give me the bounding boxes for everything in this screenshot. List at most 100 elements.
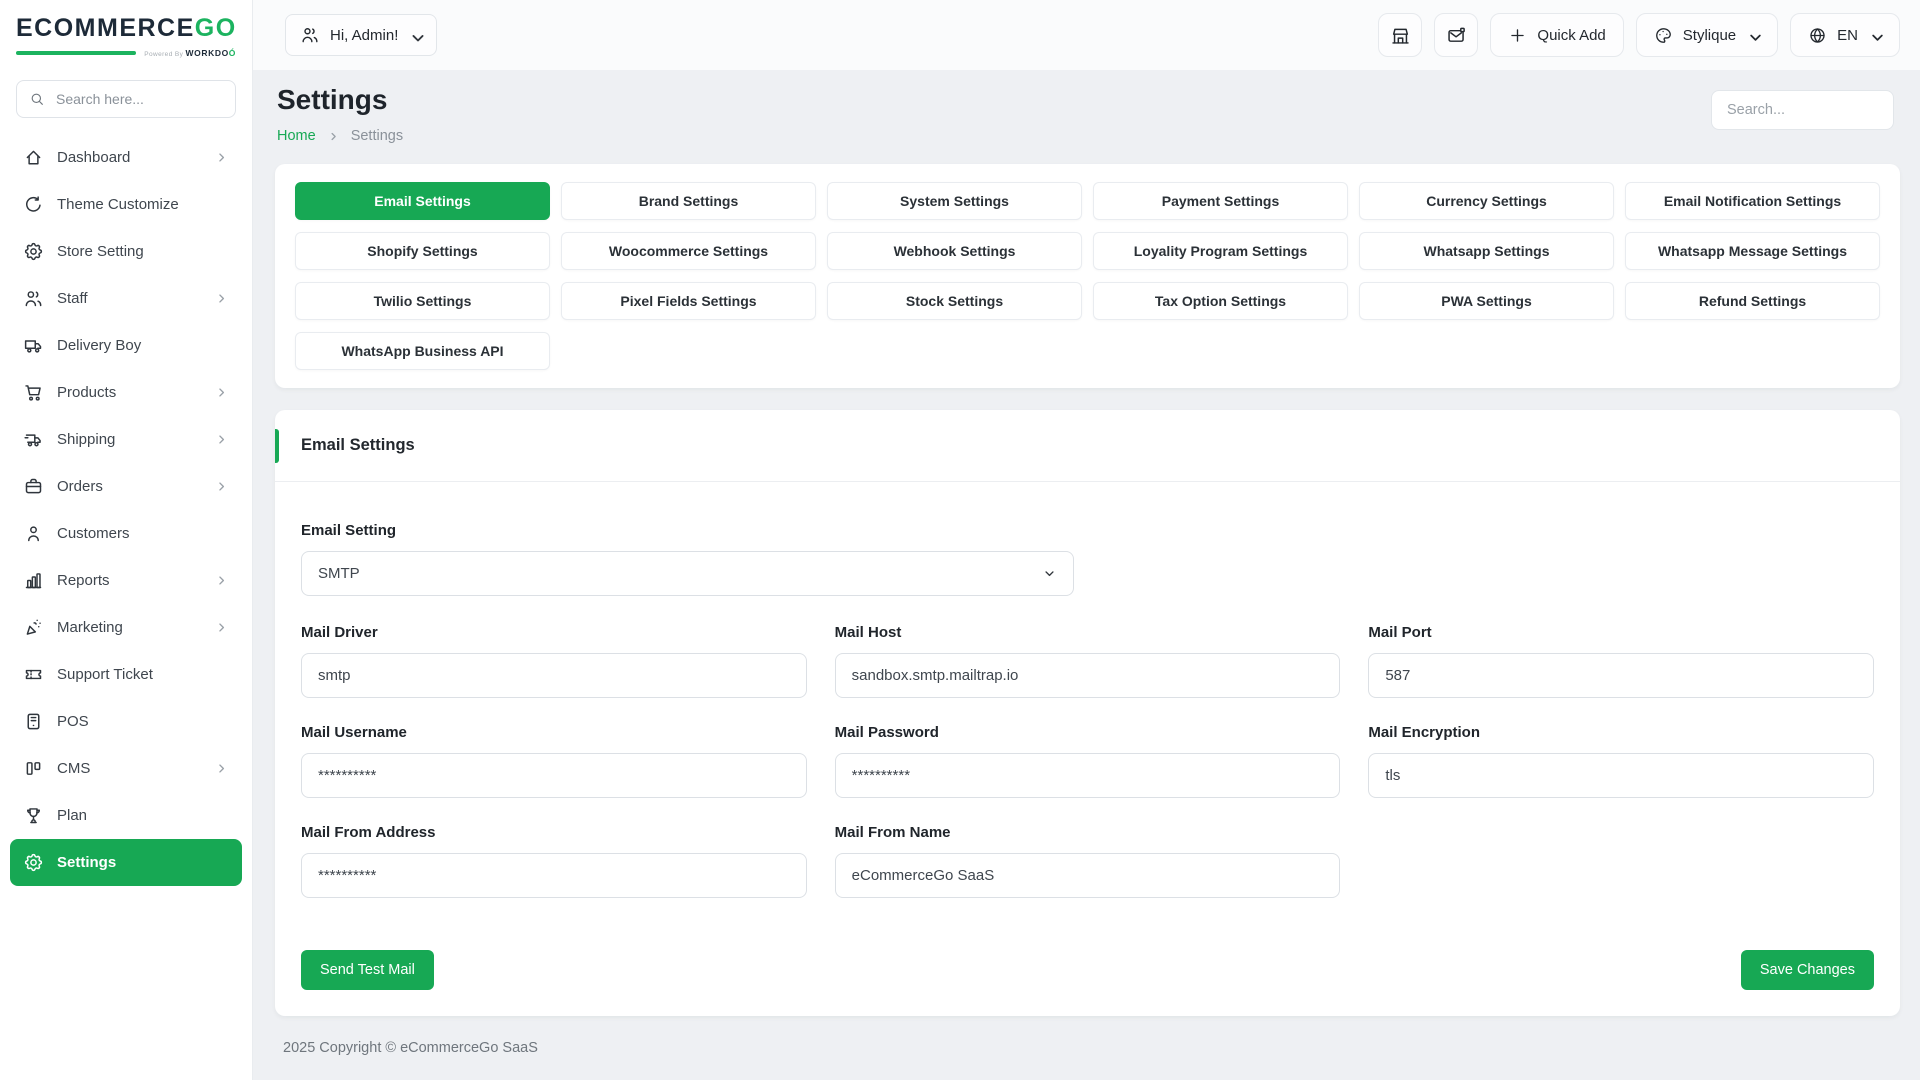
save-changes-button[interactable]: Save Changes [1741, 950, 1874, 990]
tab-whatsapp-message-settings[interactable]: Whatsapp Message Settings [1625, 232, 1880, 270]
user-greeting: Hi, Admin! [330, 27, 398, 44]
page-title: Settings [277, 84, 403, 116]
field-mail-from-address: Mail From Address [301, 824, 807, 898]
sidebar-item-cms[interactable]: CMS [10, 745, 242, 792]
briefcase-icon [23, 476, 44, 497]
field-mail-from-name: Mail From Name [835, 824, 1341, 898]
sidebar-item-pos[interactable]: POS [10, 698, 242, 745]
sidebar-item-label: Store Setting [57, 243, 144, 260]
brand-name-dark: ECOMMERCE [16, 14, 195, 42]
chevron-right-icon [214, 620, 229, 635]
content-search-input[interactable] [1711, 90, 1894, 130]
sidebar-search-input[interactable] [54, 90, 239, 108]
tab-email-settings[interactable]: Email Settings [295, 182, 550, 220]
content-search [1711, 84, 1894, 130]
sidebar-item-customers[interactable]: Customers [10, 510, 242, 557]
chevron-right-icon [214, 479, 229, 494]
breadcrumb-home-link[interactable]: Home [277, 128, 316, 144]
field-mail-password: Mail Password [835, 724, 1341, 798]
sidebar: ECOMMERCEGO Powered By WORKDOÓ Dashboard… [0, 0, 253, 1080]
powered-by-label: Powered By WORKDOÓ [144, 48, 236, 58]
sidebar-item-plan[interactable]: Plan [10, 792, 242, 839]
tab-loyality-program-settings[interactable]: Loyality Program Settings [1093, 232, 1348, 270]
storefront-button[interactable] [1378, 13, 1422, 57]
quick-add-label: Quick Add [1537, 27, 1605, 44]
sidebar-item-label: Delivery Boy [57, 337, 141, 354]
tab-webhook-settings[interactable]: Webhook Settings [827, 232, 1082, 270]
sidebar-item-theme-customize[interactable]: Theme Customize [10, 181, 242, 228]
sidebar-item-marketing[interactable]: Marketing [10, 604, 242, 651]
field-label: Mail Password [835, 724, 1341, 741]
field-label: Mail Encryption [1368, 724, 1874, 741]
sidebar-item-label: Shipping [57, 431, 115, 448]
shipping-truck-icon [23, 429, 44, 450]
mail-password-input[interactable] [835, 753, 1341, 798]
tab-email-notification-settings[interactable]: Email Notification Settings [1625, 182, 1880, 220]
mail-from-address-input[interactable] [301, 853, 807, 898]
sidebar-item-label: Reports [57, 572, 110, 589]
sidebar-item-shipping[interactable]: Shipping [10, 416, 242, 463]
tab-whatsapp-settings[interactable]: Whatsapp Settings [1359, 232, 1614, 270]
field-label: Mail Host [835, 624, 1341, 641]
sidebar-item-settings[interactable]: Settings [10, 839, 242, 886]
settings-tabs-grid: Email Settings Brand Settings System Setti… [295, 182, 1880, 370]
quick-add-button[interactable]: Quick Add [1490, 13, 1623, 57]
tab-payment-settings[interactable]: Payment Settings [1093, 182, 1348, 220]
tab-currency-settings[interactable]: Currency Settings [1359, 182, 1614, 220]
mail-driver-input[interactable] [301, 653, 807, 698]
field-label: Mail Username [301, 724, 807, 741]
user-menu-button[interactable]: Hi, Admin! [285, 14, 437, 56]
language-dropdown[interactable]: EN [1790, 13, 1900, 57]
theme-icon [23, 194, 44, 215]
sidebar-item-staff[interactable]: Staff [10, 275, 242, 322]
sidebar-item-products[interactable]: Products [10, 369, 242, 416]
user-icon [23, 523, 44, 544]
sidebar-item-reports[interactable]: Reports [10, 557, 242, 604]
tab-refund-settings[interactable]: Refund Settings [1625, 282, 1880, 320]
email-templates-button[interactable] [1434, 13, 1478, 57]
tab-woocommerce-settings[interactable]: Woocommerce Settings [561, 232, 816, 270]
megaphone-icon [23, 617, 44, 638]
tab-twilio-settings[interactable]: Twilio Settings [295, 282, 550, 320]
send-test-mail-button[interactable]: Send Test Mail [301, 950, 434, 990]
mail-from-name-input[interactable] [835, 853, 1341, 898]
tab-pixel-fields-settings[interactable]: Pixel Fields Settings [561, 282, 816, 320]
home-icon [23, 147, 44, 168]
mail-encryption-input[interactable] [1368, 753, 1874, 798]
plus-icon [1508, 26, 1527, 45]
sidebar-item-orders[interactable]: Orders [10, 463, 242, 510]
tab-tax-option-settings[interactable]: Tax Option Settings [1093, 282, 1348, 320]
store-icon [1390, 25, 1411, 46]
sidebar-item-support-ticket[interactable]: Support Ticket [10, 651, 242, 698]
field-label: Mail From Address [301, 824, 807, 841]
trophy-icon [23, 805, 44, 826]
chevron-down-icon [1868, 28, 1882, 42]
email-settings-header: Email Settings [275, 410, 1900, 482]
tab-stock-settings[interactable]: Stock Settings [827, 282, 1082, 320]
sidebar-item-store-setting[interactable]: Store Setting [10, 228, 242, 275]
email-settings-card: Email Settings Email Setting SMTP Mail D… [275, 410, 1900, 1016]
tab-brand-settings[interactable]: Brand Settings [561, 182, 816, 220]
tab-pwa-settings[interactable]: PWA Settings [1359, 282, 1614, 320]
chevron-right-icon [214, 573, 229, 588]
email-setting-select[interactable]: SMTP [301, 551, 1074, 596]
mail-port-input[interactable] [1368, 653, 1874, 698]
sidebar-item-label: Settings [57, 854, 116, 871]
sidebar-item-dashboard[interactable]: Dashboard [10, 134, 242, 181]
tab-whatsapp-business-api[interactable]: WhatsApp Business API [295, 332, 550, 370]
sidebar-item-delivery-boy[interactable]: Delivery Boy [10, 322, 242, 369]
brand-name: ECOMMERCEGO [16, 16, 236, 41]
brand-logo: ECOMMERCEGO Powered By WORKDOÓ [0, 0, 252, 62]
chevron-down-icon [1042, 566, 1057, 581]
brand-underline [16, 51, 136, 55]
mail-icon [1446, 25, 1467, 46]
email-setting-label: Email Setting [301, 522, 1074, 539]
mail-host-input[interactable] [835, 653, 1341, 698]
chevron-right-icon [214, 432, 229, 447]
gear-icon [23, 241, 44, 262]
theme-style-dropdown[interactable]: Stylique [1636, 13, 1778, 57]
language-label: EN [1837, 27, 1858, 44]
mail-username-input[interactable] [301, 753, 807, 798]
tab-system-settings[interactable]: System Settings [827, 182, 1082, 220]
tab-shopify-settings[interactable]: Shopify Settings [295, 232, 550, 270]
